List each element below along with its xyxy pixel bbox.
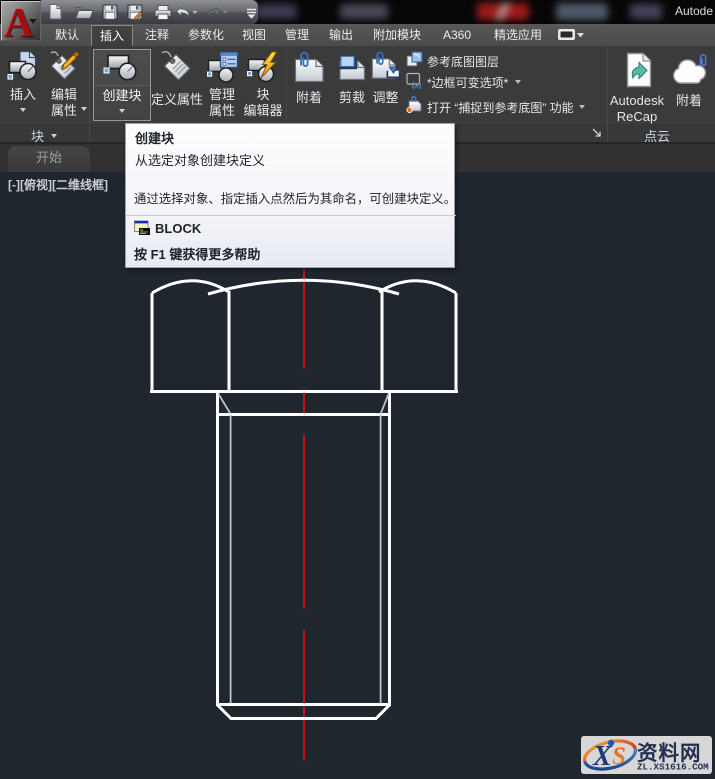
svg-text:ZL.XS1616.COM: ZL.XS1616.COM — [637, 762, 709, 773]
svg-text:(x): (x) — [412, 81, 422, 90]
svg-text:X: X — [592, 741, 613, 772]
svg-text:S: S — [612, 743, 626, 770]
